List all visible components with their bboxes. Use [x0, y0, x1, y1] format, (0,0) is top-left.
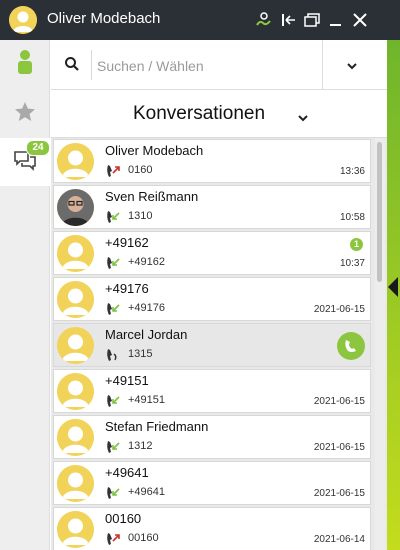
avatar — [57, 465, 94, 502]
timestamp: 13:36 — [339, 166, 365, 177]
user-avatar-icon[interactable] — [9, 6, 37, 34]
avatar — [57, 419, 94, 456]
contacts-icon — [15, 49, 35, 80]
contact-name: Sven Reißmann — [105, 189, 199, 204]
outgoing-call-icon — [104, 530, 122, 548]
avatar — [57, 143, 94, 180]
timestamp: 2021-06-15 — [313, 304, 365, 315]
timestamp: 2021-06-15 — [313, 396, 365, 407]
conversation-row[interactable]: +49162 +49162 1 10:37 — [53, 231, 371, 275]
search-divider — [91, 50, 92, 80]
contact-name: Marcel Jordan — [105, 327, 188, 342]
contact-name: +49162 — [105, 235, 149, 250]
close-icon[interactable] — [349, 9, 371, 31]
unread-badge: 1 — [350, 238, 363, 251]
sidebar-favorites-button[interactable] — [0, 90, 50, 138]
conversation-list: Oliver Modebach 0160 13:36 Sven Reißmann 131… — [51, 138, 387, 550]
conversation-row[interactable]: Marcel Jordan 1315 — [53, 323, 371, 367]
contact-name: Oliver Modebach — [105, 143, 204, 158]
contact-name: Stefan Friedmann — [105, 419, 209, 434]
conversation-row[interactable]: +49151 +49151 2021-06-15 — [53, 369, 371, 413]
window-title: Oliver Modebach — [47, 10, 161, 27]
conversation-row[interactable]: 00160 00160 2021-06-14 — [53, 507, 371, 550]
pin-icon[interactable] — [277, 9, 299, 31]
contact-name: +49641 — [105, 465, 149, 480]
star-icon — [13, 100, 37, 129]
incoming-call-icon — [104, 392, 122, 410]
minimize-icon[interactable] — [325, 9, 347, 31]
contact-name: +49176 — [105, 281, 149, 296]
sidebar-contacts-button[interactable] — [0, 40, 50, 88]
timestamp: 10:58 — [339, 212, 365, 223]
avatar — [57, 373, 94, 410]
outgoing-call-icon — [104, 162, 122, 180]
conversations-badge: 24 — [26, 140, 50, 156]
contact-name: +49151 — [105, 373, 149, 388]
phone-number: +49151 — [128, 394, 166, 406]
timestamp: 2021-06-15 — [313, 488, 365, 499]
page-title: Konversationen — [133, 103, 266, 124]
phone-number: 1315 — [128, 348, 153, 360]
conversations-header: Konversationen — [51, 90, 387, 138]
window-restore-icon[interactable] — [301, 9, 323, 31]
title-bar: Oliver Modebach — [0, 0, 400, 40]
phone-number: +49641 — [128, 486, 166, 498]
conversation-row[interactable]: Stefan Friedmann 1312 2021-06-15 — [53, 415, 371, 459]
chevron-down-icon[interactable] — [297, 110, 309, 128]
collapse-arrow-icon[interactable] — [388, 277, 398, 297]
incoming-call-icon — [104, 300, 122, 318]
avatar — [57, 235, 94, 272]
scrollbar[interactable] — [375, 138, 385, 550]
call-forward-icon[interactable] — [253, 9, 275, 31]
timestamp: 10:37 — [339, 258, 365, 269]
avatar — [57, 327, 94, 364]
phone-number: 1312 — [128, 440, 153, 452]
search-input[interactable] — [95, 52, 319, 80]
avatar — [57, 511, 94, 548]
search-bar — [51, 40, 387, 90]
sidebar-conversations-button[interactable]: 24 — [0, 138, 50, 186]
avatar — [57, 281, 94, 318]
conversation-row[interactable]: Oliver Modebach 0160 13:36 — [53, 139, 371, 183]
incoming-call-icon — [104, 254, 122, 272]
phone-number: +49176 — [128, 302, 166, 314]
search-icon — [64, 56, 80, 77]
phone-number: 0160 — [128, 164, 153, 176]
phone-number: 00160 — [128, 532, 159, 544]
contact-name: 00160 — [105, 511, 142, 526]
call-button-icon[interactable] — [337, 332, 365, 360]
sidebar: 24 — [0, 40, 50, 550]
chevron-down-icon[interactable] — [346, 58, 358, 76]
timestamp: 2021-06-14 — [313, 534, 365, 545]
phone-number: 1310 — [128, 210, 153, 222]
conversation-row[interactable]: Sven Reißmann 1310 10:58 — [53, 185, 371, 229]
conversation-row[interactable]: +49641 +49641 2021-06-15 — [53, 461, 371, 505]
timestamp: 2021-06-15 — [313, 442, 365, 453]
phone-icon — [104, 346, 122, 364]
avatar — [57, 189, 94, 226]
incoming-call-icon — [104, 438, 122, 456]
search-dropdown-divider — [322, 40, 323, 90]
scrollbar-thumb[interactable] — [377, 142, 382, 282]
incoming-call-icon — [104, 208, 122, 226]
incoming-call-icon — [104, 484, 122, 502]
phone-number: +49162 — [128, 256, 166, 268]
conversation-row[interactable]: +49176 +49176 2021-06-15 — [53, 277, 371, 321]
